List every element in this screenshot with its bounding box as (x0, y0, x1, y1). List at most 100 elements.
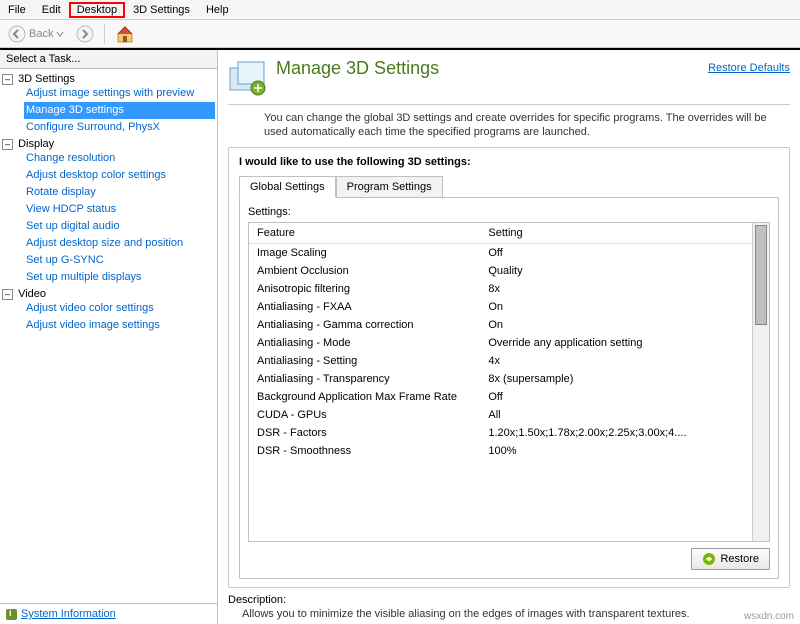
nvidia-logo-icon (702, 552, 716, 566)
tab-program-settings[interactable]: Program Settings (336, 176, 443, 198)
feature-cell: Anisotropic filtering (249, 280, 480, 298)
task-header: Select a Task... (0, 50, 217, 69)
feature-cell: Antialiasing - Gamma correction (249, 316, 480, 334)
tree-video-image[interactable]: Adjust video image settings (24, 317, 215, 334)
table-row[interactable]: Antialiasing - Transparency8x (supersamp… (249, 370, 752, 388)
table-row[interactable]: Antialiasing - FXAAOn (249, 298, 752, 316)
sidebar: Select a Task... – 3D Settings Adjust im… (0, 50, 218, 624)
setting-cell: 100% (480, 442, 752, 460)
intro-text: You can change the global 3D settings an… (264, 111, 790, 139)
tree-toggle-video[interactable]: – (2, 289, 13, 300)
setting-cell: 1.20x;1.50x;1.78x;2.00x;2.25x;3.00x;4...… (480, 424, 752, 442)
tree-video-color[interactable]: Adjust video color settings (24, 300, 215, 317)
tree-cat-3d[interactable]: 3D Settings (18, 73, 75, 85)
table-row[interactable]: Anisotropic filtering8x (249, 280, 752, 298)
tree-toggle-display[interactable]: – (2, 139, 13, 150)
table-row[interactable]: Background Application Max Frame RateOff (249, 388, 752, 406)
tree-adjust-desktop-color[interactable]: Adjust desktop color settings (24, 167, 215, 184)
forward-arrow-icon (76, 25, 94, 43)
back-label: Back (29, 28, 53, 40)
tree-digital-audio[interactable]: Set up digital audio (24, 218, 215, 235)
chevron-down-icon (56, 30, 64, 38)
feature-cell: Background Application Max Frame Rate (249, 388, 480, 406)
back-arrow-icon (8, 25, 26, 43)
col-setting: Setting (480, 223, 752, 244)
setting-cell: 4x (480, 352, 752, 370)
system-information-link[interactable]: System Information (21, 608, 116, 620)
setting-cell: Quality (480, 262, 752, 280)
tree-manage-3d-settings[interactable]: Manage 3D settings (24, 102, 215, 119)
tree-cat-video[interactable]: Video (18, 288, 46, 300)
setting-cell: Off (480, 388, 752, 406)
tree-desktop-size-position[interactable]: Adjust desktop size and position (24, 235, 215, 252)
feature-cell: DSR - Smoothness (249, 442, 480, 460)
table-row[interactable]: DSR - Factors1.20x;1.50x;1.78x;2.00x;2.2… (249, 424, 752, 442)
setting-cell: 8x (supersample) (480, 370, 752, 388)
table-row[interactable]: CUDA - GPUsAll (249, 406, 752, 424)
page-title: Manage 3D Settings (276, 58, 700, 79)
system-info-bar: System Information (0, 603, 217, 624)
description-label: Description: (228, 594, 790, 606)
feature-cell: Antialiasing - Mode (249, 334, 480, 352)
table-scrollbar[interactable] (752, 223, 769, 541)
settings-panel: I would like to use the following 3D set… (228, 147, 790, 588)
feature-cell: Ambient Occlusion (249, 262, 480, 280)
table-row[interactable]: Antialiasing - Setting4x (249, 352, 752, 370)
description-section: Description: Allows you to minimize the … (228, 594, 790, 620)
setting-cell: 8x (480, 280, 752, 298)
home-icon (115, 24, 135, 44)
forward-button[interactable] (72, 23, 98, 45)
settings-table: Feature Setting Image ScalingOffAmbient … (249, 223, 752, 460)
restore-defaults-link[interactable]: Restore Defaults (708, 62, 790, 74)
feature-cell: DSR - Factors (249, 424, 480, 442)
table-row[interactable]: Image ScalingOff (249, 244, 752, 263)
table-row[interactable]: Antialiasing - ModeOverride any applicat… (249, 334, 752, 352)
table-row[interactable]: Ambient OcclusionQuality (249, 262, 752, 280)
menu-bar: File Edit Desktop 3D Settings Help (0, 0, 800, 20)
tree-gsync[interactable]: Set up G-SYNC (24, 252, 215, 269)
menu-desktop[interactable]: Desktop (69, 2, 125, 18)
setting-cell: Off (480, 244, 752, 263)
menu-file[interactable]: File (0, 2, 34, 18)
tree-rotate-display[interactable]: Rotate display (24, 184, 215, 201)
home-button[interactable] (111, 22, 139, 46)
toolbar-separator (104, 24, 105, 44)
tree-adjust-image-preview[interactable]: Adjust image settings with preview (24, 85, 215, 102)
panel-title: I would like to use the following 3D set… (239, 156, 779, 168)
col-feature: Feature (249, 223, 480, 244)
feature-cell: Antialiasing - Transparency (249, 370, 480, 388)
description-text: Allows you to minimize the visible alias… (242, 608, 790, 620)
tab-body: Settings: Feature Setting Image ScalingO… (239, 197, 779, 579)
feature-cell: Image Scaling (249, 244, 480, 263)
tree-multiple-displays[interactable]: Set up multiple displays (24, 269, 215, 286)
setting-cell: Override any application setting (480, 334, 752, 352)
menu-edit[interactable]: Edit (34, 2, 69, 18)
setting-cell: All (480, 406, 752, 424)
info-icon (6, 609, 17, 620)
footer-credit: wsxdn.com (744, 611, 794, 622)
tree-view-hdcp[interactable]: View HDCP status (24, 201, 215, 218)
table-row[interactable]: Antialiasing - Gamma correctionOn (249, 316, 752, 334)
menu-help[interactable]: Help (198, 2, 237, 18)
table-row[interactable]: DSR - Smoothness100% (249, 442, 752, 460)
toolbar: Back (0, 20, 800, 48)
tree-configure-surround[interactable]: Configure Surround, PhysX (24, 119, 215, 136)
task-tree: – 3D Settings Adjust image settings with… (0, 69, 217, 603)
tree-change-resolution[interactable]: Change resolution (24, 150, 215, 167)
settings-label: Settings: (248, 206, 770, 218)
setting-cell: On (480, 316, 752, 334)
tree-cat-display[interactable]: Display (18, 138, 54, 150)
scrollbar-thumb[interactable] (755, 225, 767, 325)
tab-global-settings[interactable]: Global Settings (239, 176, 336, 198)
feature-cell: Antialiasing - FXAA (249, 298, 480, 316)
menu-3d-settings[interactable]: 3D Settings (125, 2, 198, 18)
tree-toggle-3d[interactable]: – (2, 74, 13, 85)
restore-button-label: Restore (720, 553, 759, 565)
feature-cell: Antialiasing - Setting (249, 352, 480, 370)
settings-3d-icon (228, 58, 268, 98)
feature-cell: CUDA - GPUs (249, 406, 480, 424)
restore-button[interactable]: Restore (691, 548, 770, 570)
back-button[interactable]: Back (4, 23, 68, 45)
tab-strip: Global Settings Program Settings (239, 176, 779, 198)
main-panel: Manage 3D Settings Restore Defaults You … (218, 50, 800, 624)
